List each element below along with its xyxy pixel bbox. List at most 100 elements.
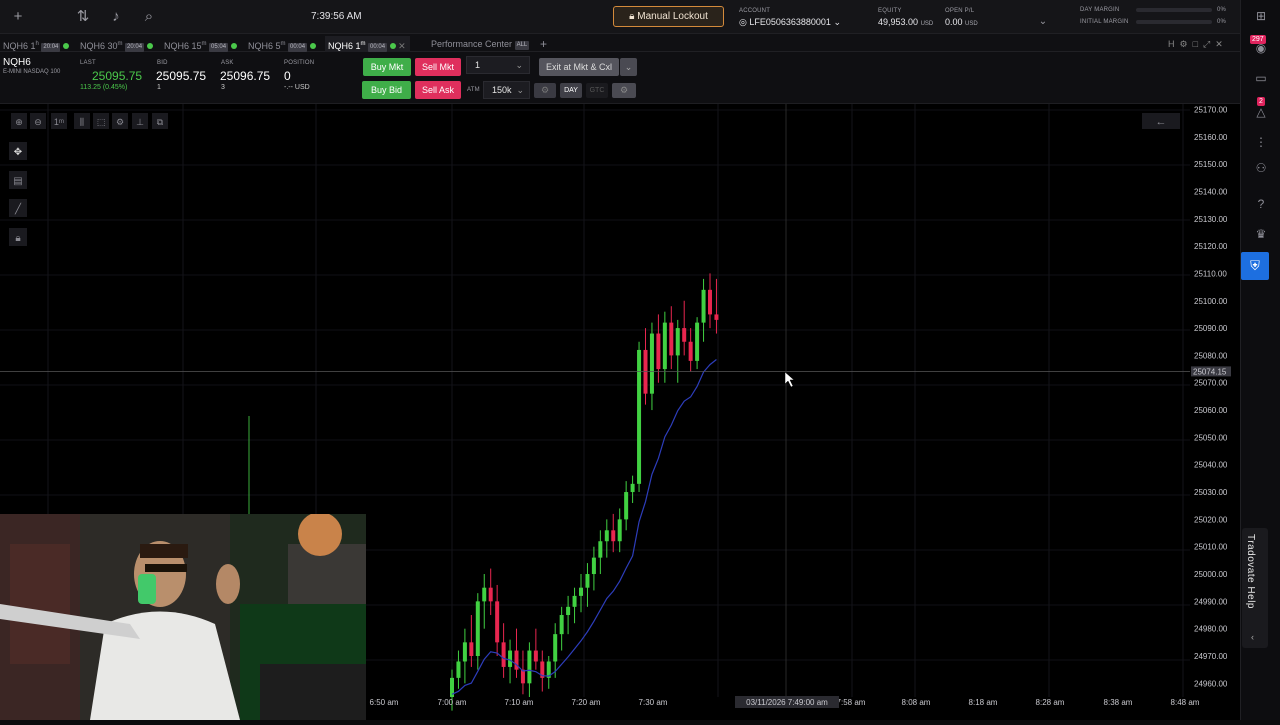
transfer-icon[interactable]: ⇅	[72, 6, 94, 28]
timeframe-icon[interactable]: 1ᵐ	[54, 117, 64, 127]
y-tick-label: 24970.00	[1194, 652, 1228, 661]
tab-sup: m	[117, 41, 123, 47]
account-selector[interactable]: ◎ LFE0506363880001 ⌄	[739, 17, 841, 28]
candle-body	[669, 322, 674, 356]
chevron-down-icon: ⌄	[516, 85, 524, 95]
notes-icon[interactable]: ▤	[13, 176, 22, 187]
help-tab[interactable]: Tradovate Help ‹	[1242, 528, 1268, 648]
arrow-left-icon[interactable]: ←	[1156, 116, 1167, 128]
x-tick-label: 7:58 am	[837, 698, 866, 707]
candle	[682, 300, 687, 356]
crosshair-tool-icon[interactable]: ✥	[14, 147, 22, 158]
line-tool-icon[interactable]: ╱	[14, 202, 22, 215]
sliders-icon[interactable]: ⊞	[1253, 8, 1269, 24]
search-icon[interactable]: ⌕	[138, 6, 160, 28]
candle-body	[714, 314, 719, 320]
y-tick-label: 25160.00	[1194, 133, 1228, 142]
sell-ask-button[interactable]: Sell Ask	[415, 81, 461, 99]
settings-icon[interactable]: ⚙	[116, 117, 124, 127]
chevron-down-icon[interactable]: ⌄	[1032, 11, 1054, 33]
qty-select[interactable]: 1 ⌄	[466, 56, 530, 74]
x-tick-label: 8:28 am	[1036, 698, 1065, 707]
select-icon[interactable]: ⬚	[97, 117, 106, 127]
candle	[540, 650, 545, 692]
indicators-icon[interactable]: ⊥	[136, 117, 144, 127]
buy-bid-button[interactable]: Buy Bid	[362, 81, 411, 99]
tab-nqh6-30m[interactable]: NQH6 30m 20:04	[80, 36, 153, 52]
lock-icon[interactable]: 🔒︎	[15, 233, 20, 244]
y-tick-label: 24960.00	[1194, 679, 1228, 688]
quote-bar: NQH6 E-MINI NASDAQ 100 LAST 25095.75 113…	[0, 52, 1240, 104]
bell-icon[interactable]: ♪	[105, 6, 127, 28]
change: 113.25 (0.45%)	[80, 84, 128, 91]
tab-nqh6-5m[interactable]: NQH6 5m 00:04	[248, 36, 316, 52]
candle	[617, 508, 622, 553]
candle-body	[637, 349, 642, 484]
exit-dropdown-icon[interactable]: ⌄	[620, 58, 637, 76]
gear-icon[interactable]: ⚙	[534, 83, 556, 98]
sell-mkt-button[interactable]: Sell Mkt	[415, 58, 461, 76]
community-icon[interactable]: ⚇	[1253, 160, 1269, 176]
add-tab-icon[interactable]: +	[540, 36, 547, 52]
tab-time: 20:04	[41, 43, 61, 52]
trophy-icon[interactable]: ♛	[1253, 226, 1269, 242]
candle-body	[566, 606, 571, 616]
y-tick-label: 25060.00	[1194, 406, 1228, 415]
tab-label: NQH6 1	[328, 41, 361, 51]
atm-value: 150k	[492, 85, 512, 95]
tab-time: 20:04	[125, 43, 145, 52]
candle-body	[656, 333, 661, 370]
tab-performance-center[interactable]: Performance Center ALL	[431, 36, 530, 52]
x-tick-label: 7:20 am	[572, 698, 601, 707]
day-button[interactable]: DAY	[560, 83, 582, 98]
exit-button[interactable]: Exit at Mkt & Cxl	[539, 58, 619, 76]
window-controls[interactable]: H⚙□⤢✕	[1168, 36, 1228, 52]
warning-icon[interactable]: △	[1253, 104, 1269, 120]
close-tab-icon[interactable]: ✕	[398, 41, 406, 51]
chevron-down-icon: ⌄	[830, 17, 841, 27]
manual-lockout-button[interactable]: 🔒︎ Manual Lockout	[613, 6, 724, 27]
layout-icon[interactable]: ⧉	[157, 117, 164, 127]
candle-body	[533, 650, 538, 662]
candle-body	[482, 587, 487, 602]
y-tick-label: 25010.00	[1194, 543, 1228, 552]
candle	[675, 319, 680, 383]
tab-label: NQH6 15	[164, 41, 202, 51]
lockout-label: Manual Lockout	[637, 11, 708, 22]
candle-type-icon[interactable]: ⫼	[80, 117, 84, 127]
tab-nqh6-1m[interactable]: NQH6 1m 00:04 ✕	[325, 36, 410, 52]
gear-icon[interactable]: ⚙	[612, 83, 636, 98]
candle	[514, 628, 519, 678]
plus-icon[interactable]: +	[7, 6, 29, 28]
y-tick-label: 25090.00	[1194, 324, 1228, 333]
x-tick-label: 8:08 am	[902, 698, 931, 707]
candle	[688, 328, 693, 372]
zoom-out-icon[interactable]: ⊖	[34, 117, 42, 127]
symbol[interactable]: NQH6	[3, 57, 31, 68]
candle	[462, 628, 467, 684]
shield-icon[interactable]: ⛨	[1241, 252, 1269, 280]
clock: 7:39:56 AM	[311, 11, 362, 22]
gtc-button[interactable]: GTC	[586, 83, 608, 98]
tab-bar: NQH6 1h 20:04 NQH6 30m 20:04 NQH6 15m 05…	[0, 34, 1240, 52]
menu-icon[interactable]: ⋮	[1253, 134, 1269, 150]
zoom-in-icon[interactable]: ⊕	[15, 117, 23, 127]
candle	[669, 306, 674, 370]
last-label: LAST	[80, 60, 96, 66]
tab-nqh6-1h[interactable]: NQH6 1h 20:04	[3, 36, 69, 52]
help-label: Tradovate Help	[1245, 534, 1256, 609]
notification-badge: 297	[1250, 35, 1266, 44]
help-icon[interactable]: ?	[1253, 196, 1269, 212]
x-tick-label: 8:18 am	[969, 698, 998, 707]
y-tick-label: 25030.00	[1194, 488, 1228, 497]
atm-select[interactable]: 150k ⌄	[483, 81, 530, 99]
tab-nqh6-15m[interactable]: NQH6 15m 05:04	[164, 36, 237, 52]
buy-mkt-button[interactable]: Buy Mkt	[363, 58, 411, 76]
candle	[572, 587, 577, 624]
candle	[495, 584, 500, 657]
chat-icon[interactable]: ▭	[1253, 70, 1269, 86]
candle-body	[469, 642, 474, 657]
ask-price: 25096.75	[220, 69, 271, 83]
candle	[546, 656, 551, 689]
y-tick-label: 25100.00	[1194, 297, 1228, 306]
